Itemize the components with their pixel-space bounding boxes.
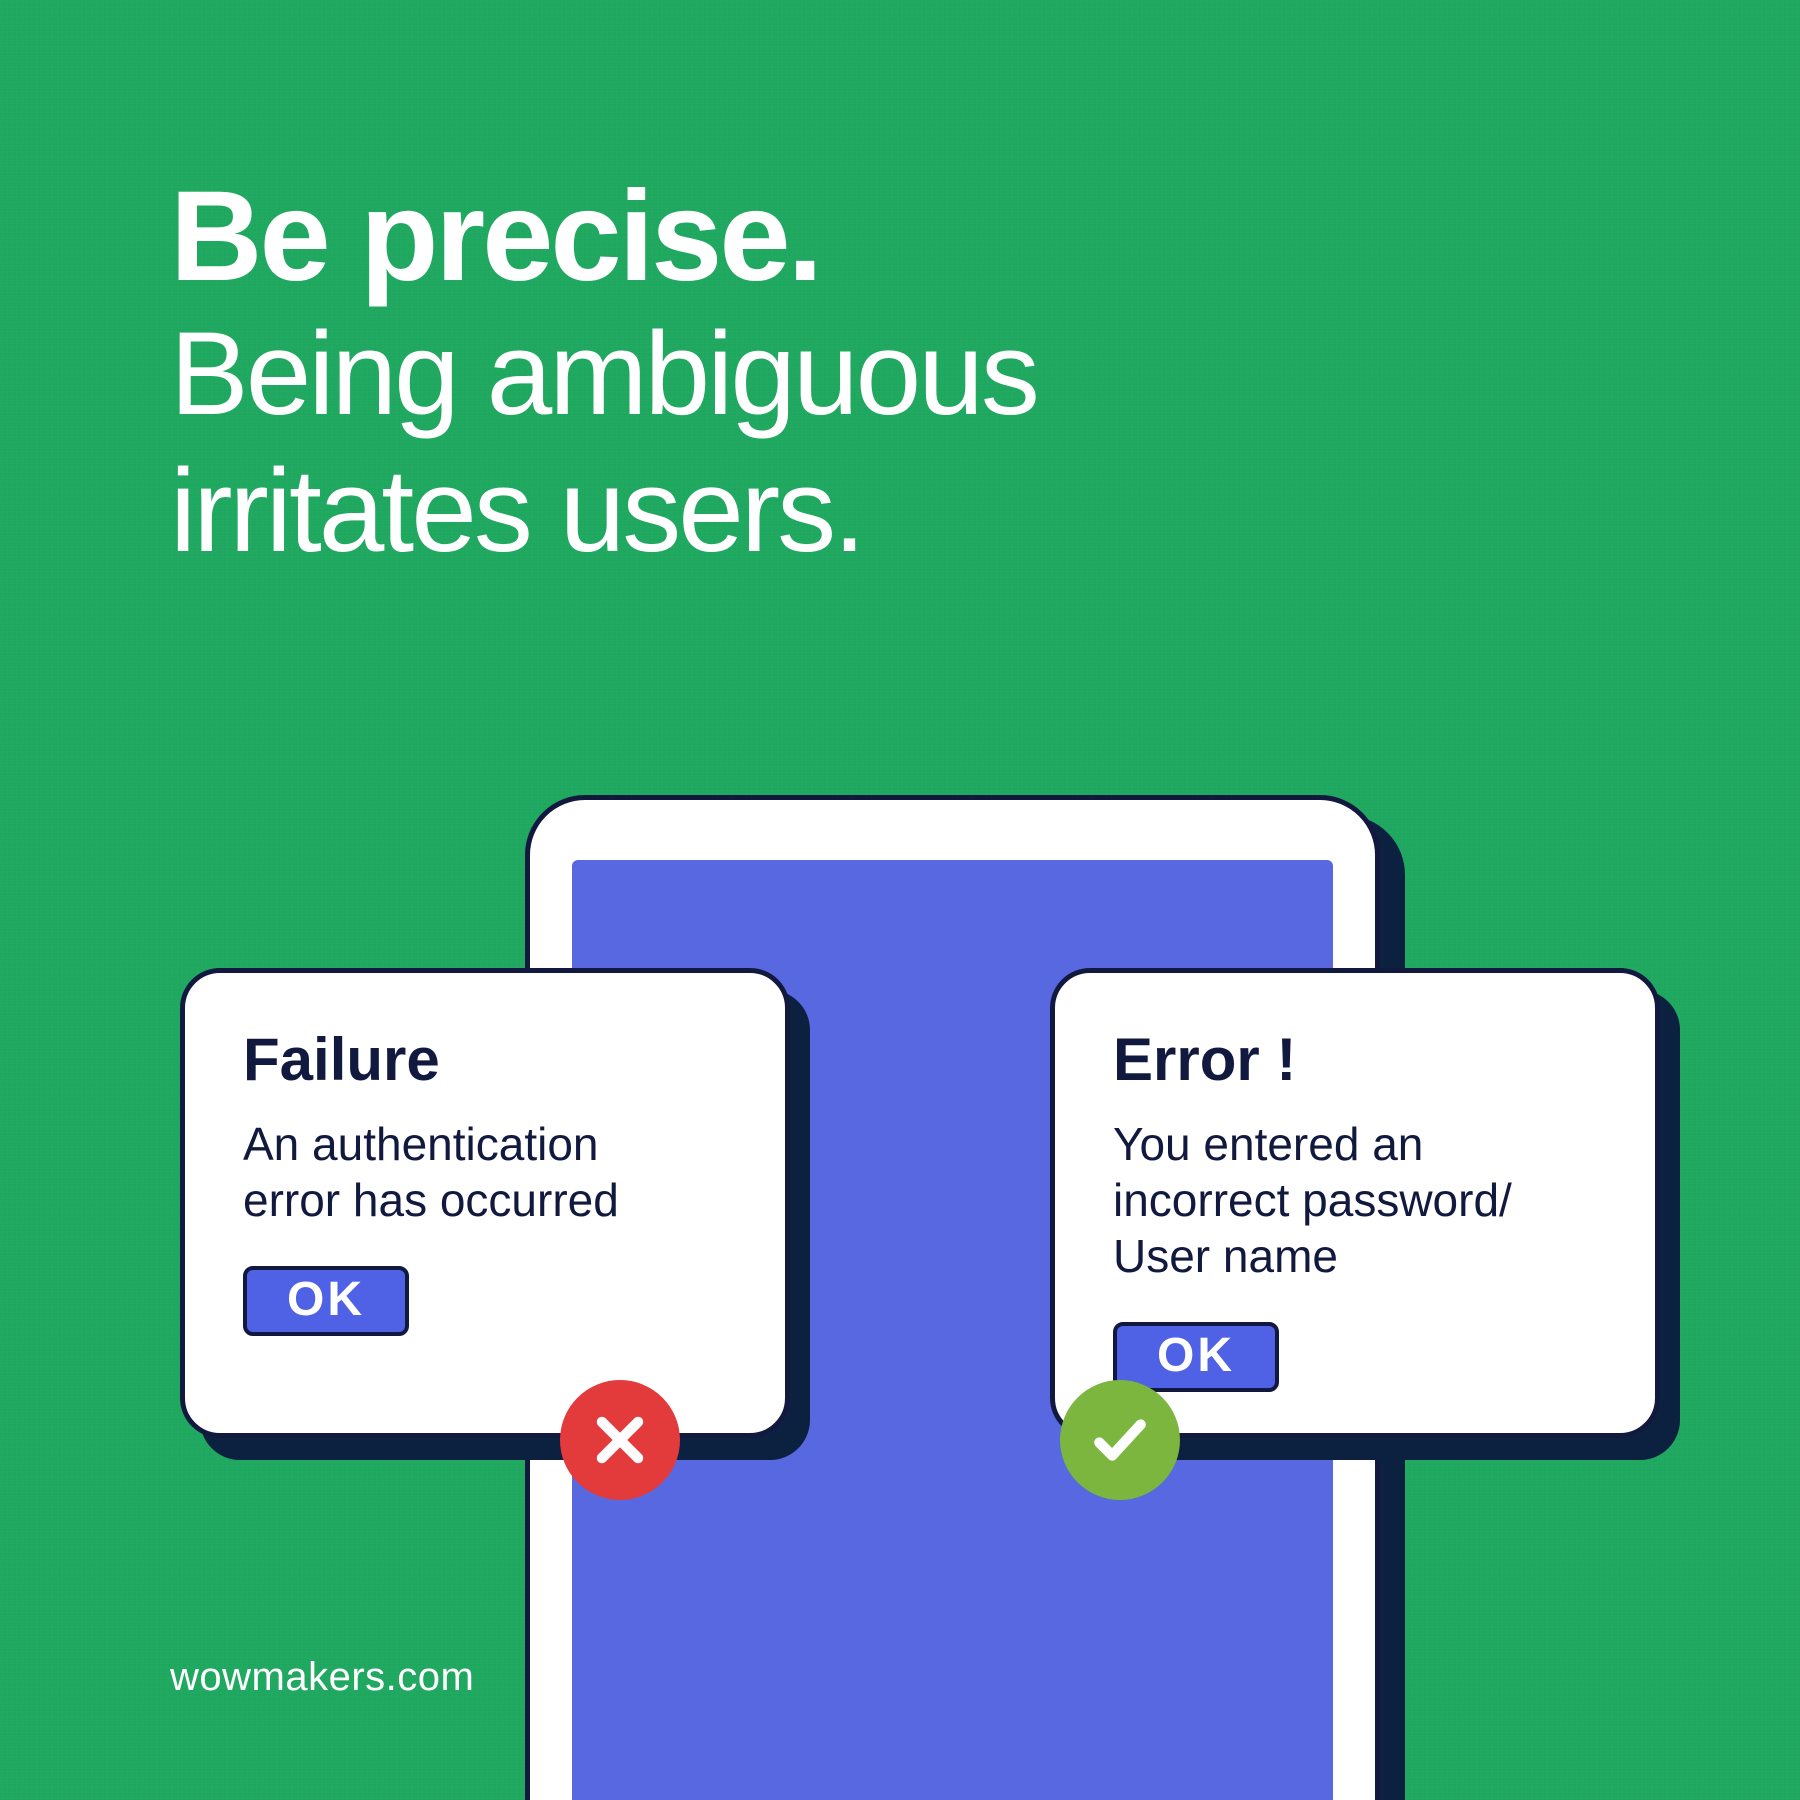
dialog-error-body: You entered an incorrect password/ User … xyxy=(1113,1116,1597,1284)
dialog-failure-body: An authentication error has occurred xyxy=(243,1116,727,1228)
dialog-failure-body-l2: error has occurred xyxy=(243,1174,619,1226)
dialog-failure: Failure An authentication error has occu… xyxy=(180,968,790,1438)
footer-brand: wowmakers.com xyxy=(170,1655,474,1700)
dialog-error-title: Error ! xyxy=(1113,1025,1597,1094)
cross-icon xyxy=(560,1380,680,1500)
dialog-error-body-l2: incorrect password/ xyxy=(1113,1174,1512,1226)
headline-line1: Being ambiguous xyxy=(170,308,1037,440)
headline-line2: irritates users. xyxy=(170,445,1037,577)
dialog-error-body-l1: You entered an xyxy=(1113,1118,1423,1170)
dialog-failure-title: Failure xyxy=(243,1025,727,1094)
dialog-error: Error ! You entered an incorrect passwor… xyxy=(1050,968,1660,1438)
check-icon xyxy=(1060,1380,1180,1500)
headline-block: Be precise. Being ambiguous irritates us… xyxy=(170,170,1037,577)
headline-bold: Be precise. xyxy=(170,170,1037,304)
dialog-error-body-l3: User name xyxy=(1113,1230,1338,1282)
dialog-failure-body-l1: An authentication xyxy=(243,1118,599,1170)
ok-button-left[interactable]: OK xyxy=(243,1266,409,1336)
